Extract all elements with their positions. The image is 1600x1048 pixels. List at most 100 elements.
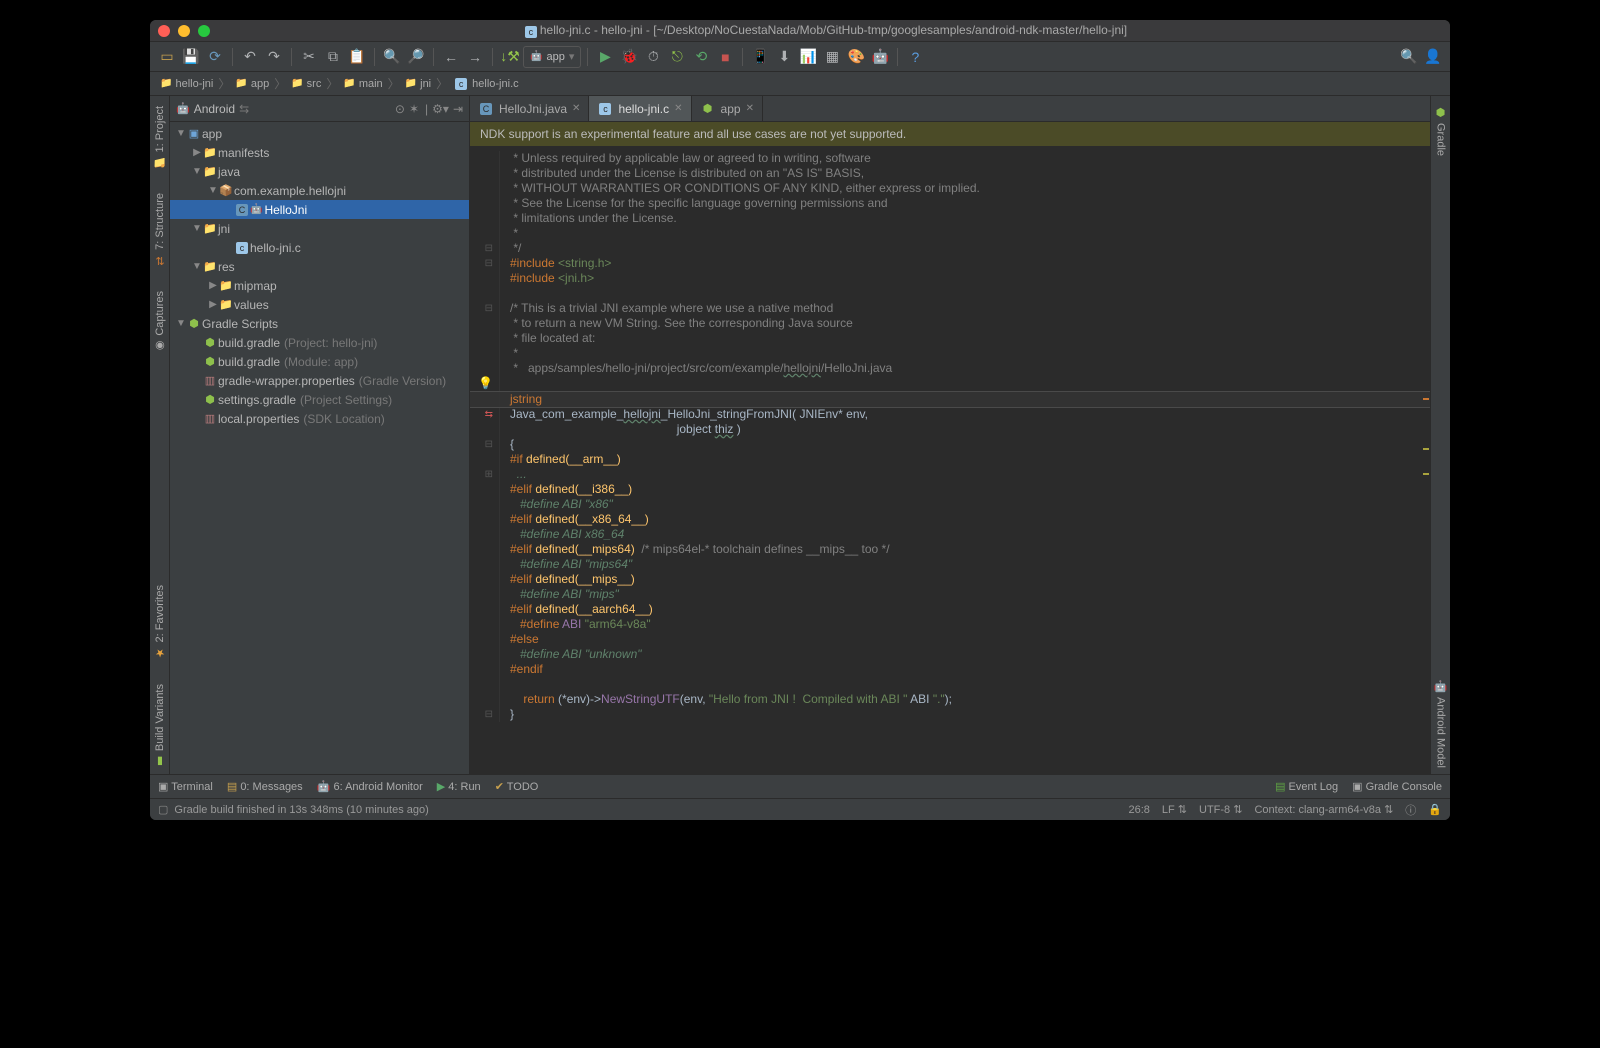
collapse-all-button[interactable]: ⊙ xyxy=(395,102,405,116)
run-button[interactable]: ▶ xyxy=(594,46,616,68)
paste-button[interactable]: 📋 xyxy=(346,46,368,68)
properties-icon: ▥ xyxy=(202,412,218,425)
caret-position[interactable]: 26:8 xyxy=(1128,804,1149,816)
event-log-tool-tab[interactable]: ▤ Event Log xyxy=(1275,780,1338,793)
debug-button[interactable]: 🐞 xyxy=(618,46,640,68)
intention-bulb-icon[interactable]: 💡 xyxy=(478,376,493,390)
project-tool-tab[interactable]: 📁1: Project xyxy=(152,100,168,175)
file-encoding[interactable]: UTF-8 ⇅ xyxy=(1199,803,1242,816)
editor-tab-hellojni-java[interactable]: CHelloJni.java✕ xyxy=(470,96,589,121)
find-button[interactable]: 🔍 xyxy=(381,46,403,68)
c-file-icon: c xyxy=(599,103,611,115)
copy-button[interactable]: ⧉ xyxy=(322,46,344,68)
back-button[interactable]: ← xyxy=(440,46,462,68)
user-button[interactable]: 👤 xyxy=(1422,46,1444,68)
tree-node-settings-gradle[interactable]: ⬢settings.gradle(Project Settings) xyxy=(170,390,469,409)
close-icon[interactable]: ✕ xyxy=(674,103,682,114)
inspection-indicator-icon[interactable]: ⓘ xyxy=(1405,802,1416,818)
tree-node-local-properties[interactable]: ▥local.properties(SDK Location) xyxy=(170,409,469,428)
forward-button[interactable]: → xyxy=(464,46,486,68)
tree-node-hello-jni-c[interactable]: chello-jni.c xyxy=(170,238,469,257)
maximize-window-button[interactable] xyxy=(198,25,210,37)
redo-button[interactable]: ↷ xyxy=(263,46,285,68)
android-monitor-tool-tab[interactable]: 🤖 6: Android Monitor xyxy=(317,780,423,793)
tree-node-hellojni-class[interactable]: C🤖HelloJni xyxy=(170,200,469,219)
settings-gear-icon[interactable]: ⚙▾ xyxy=(432,102,449,116)
run-tool-tab[interactable]: ▶ 4: Run xyxy=(437,780,481,793)
tree-node-app[interactable]: ▼▣app xyxy=(170,124,469,143)
tree-node-res[interactable]: ▼📁res xyxy=(170,257,469,276)
close-icon[interactable]: ✕ xyxy=(746,103,754,114)
structure-tool-tab[interactable]: ⇅7: Structure xyxy=(153,187,167,273)
captures-tool-tab[interactable]: ◉Captures xyxy=(153,285,167,359)
android-model-tool-tab[interactable]: 🤖Android Model xyxy=(1433,674,1449,774)
favorites-tool-tab[interactable]: ★2: Favorites xyxy=(153,579,167,665)
gradle-icon: ⬢ xyxy=(186,317,202,330)
line-separator[interactable]: LF ⇅ xyxy=(1162,803,1187,816)
help-button[interactable]: ? xyxy=(904,46,926,68)
breadcrumb-item[interactable]: 📁hello-jni xyxy=(158,78,215,90)
avd-button[interactable]: 📱 xyxy=(749,46,771,68)
context-selector[interactable]: Context: clang-arm64-v8a ⇅ xyxy=(1254,803,1393,816)
tree-node-package[interactable]: ▼📦com.example.hellojni xyxy=(170,181,469,200)
sync-button[interactable]: ⟳ xyxy=(204,46,226,68)
tool-window-toggle-icon[interactable]: ▢ xyxy=(158,803,168,816)
minimize-window-button[interactable] xyxy=(178,25,190,37)
save-button[interactable]: 💾 xyxy=(180,46,202,68)
folder-icon: 📁 xyxy=(291,78,303,89)
view-selector[interactable]: Android xyxy=(194,102,235,116)
tree-node-java[interactable]: ▼📁java xyxy=(170,162,469,181)
breadcrumb-item[interactable]: 📁app xyxy=(233,78,271,90)
tree-node-gradle-wrapper[interactable]: ▥gradle-wrapper.properties(Gradle Versio… xyxy=(170,371,469,390)
folder-icon: 📁 xyxy=(218,298,234,311)
folder-icon: 📁 xyxy=(202,146,218,159)
folder-icon: 📁 xyxy=(235,78,247,89)
close-icon[interactable]: ✕ xyxy=(572,103,580,114)
expand-button[interactable]: ✶ xyxy=(409,102,419,116)
rerun-button[interactable]: ⟲ xyxy=(690,46,712,68)
sdk-button[interactable]: ⬇ xyxy=(773,46,795,68)
replace-button[interactable]: 🔎 xyxy=(405,46,427,68)
gradle-icon: ⬢ xyxy=(700,102,716,115)
todo-tool-tab[interactable]: ✔ TODO xyxy=(495,780,539,793)
editor-tab-hello-jni-c[interactable]: chello-jni.c✕ xyxy=(589,96,691,121)
build-variants-tool-tab[interactable]: ▮Build Variants xyxy=(153,678,167,774)
tree-node-manifests[interactable]: ▶📁manifests xyxy=(170,143,469,162)
attach-button[interactable]: ⎋ xyxy=(666,46,688,68)
c-file-icon: c xyxy=(525,26,537,38)
close-window-button[interactable] xyxy=(158,25,170,37)
window-title: chello-jni.c - hello-jni - [~/Desktop/No… xyxy=(210,23,1442,38)
gradle-console-tool-tab[interactable]: ▣ Gradle Console xyxy=(1352,780,1442,793)
breadcrumb-item[interactable]: 📁src xyxy=(289,78,323,90)
breadcrumb-item[interactable]: 📁jni xyxy=(403,78,433,90)
tree-node-mipmap[interactable]: ▶📁mipmap xyxy=(170,276,469,295)
editor-tab-app-gradle[interactable]: ⬢app✕ xyxy=(692,96,763,121)
tree-node-jni[interactable]: ▼📁jni xyxy=(170,219,469,238)
lock-icon[interactable]: 🔒 xyxy=(1428,803,1442,816)
breadcrumb-item[interactable]: 📁main xyxy=(341,78,384,90)
monitor-button[interactable]: 📊 xyxy=(797,46,819,68)
hide-button[interactable]: ⇥ xyxy=(453,102,463,116)
make-button[interactable]: ↓⚒ xyxy=(499,46,521,68)
tree-node-values[interactable]: ▶📁values xyxy=(170,295,469,314)
theme-button[interactable]: 🎨 xyxy=(845,46,867,68)
terminal-tool-tab[interactable]: ▣ Terminal xyxy=(158,780,213,793)
tree-node-gradle-scripts[interactable]: ▼⬢Gradle Scripts xyxy=(170,314,469,333)
project-tree[interactable]: ▼▣app ▶📁manifests ▼📁java ▼📦com.example.h… xyxy=(170,122,469,774)
code-editor[interactable]: * Unless required by applicable law or a… xyxy=(470,147,1430,774)
run-config-selector[interactable]: 🤖app▾ xyxy=(523,46,581,68)
undo-button[interactable]: ↶ xyxy=(239,46,261,68)
stop-button[interactable]: ■ xyxy=(714,46,736,68)
messages-tool-tab[interactable]: ▤ 0: Messages xyxy=(227,780,303,793)
android-tool-button[interactable]: 🤖 xyxy=(869,46,891,68)
profile-button[interactable]: ⏱ xyxy=(642,46,664,68)
search-everywhere-button[interactable]: 🔍 xyxy=(1398,46,1420,68)
breadcrumb-item[interactable]: chello-jni.c xyxy=(451,78,520,90)
open-button[interactable]: ▭ xyxy=(156,46,178,68)
tree-node-build-gradle-project[interactable]: ⬢build.gradle(Project: hello-jni) xyxy=(170,333,469,352)
tree-node-build-gradle-module[interactable]: ⬢build.gradle(Module: app) xyxy=(170,352,469,371)
gradle-tool-tab[interactable]: ⬢Gradle xyxy=(1434,100,1448,162)
error-stripe[interactable] xyxy=(1420,147,1430,774)
cut-button[interactable]: ✂ xyxy=(298,46,320,68)
layout-button[interactable]: ▦ xyxy=(821,46,843,68)
